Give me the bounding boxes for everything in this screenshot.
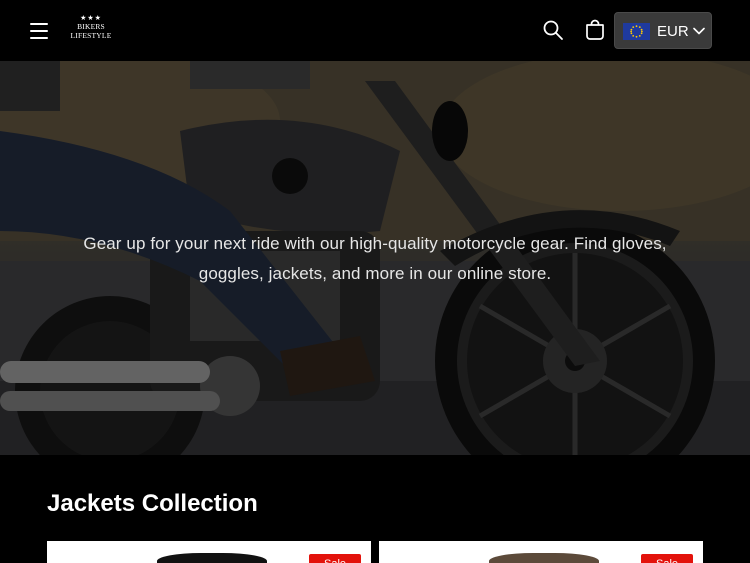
sale-badge: Sale — [641, 554, 693, 563]
collection-title[interactable]: Jackets Collection — [47, 490, 258, 518]
currency-code: EUR — [657, 23, 689, 40]
chevron-down-icon — [693, 27, 705, 35]
product-card[interactable]: Sale — [379, 541, 703, 563]
logo-line-2: LIFESTYLE — [70, 31, 112, 40]
store-logo[interactable]: ★★★ BIKERS LIFESTYLE — [66, 14, 116, 48]
hero-banner: Gear up for your next ride with our high… — [0, 61, 750, 455]
logo-stars: ★★★ — [80, 14, 102, 22]
logo-line-1: BIKERS — [77, 22, 105, 31]
cart-icon[interactable] — [584, 19, 606, 41]
product-card[interactable]: Sale — [47, 541, 371, 563]
hero-text: Gear up for your next ride with our high… — [83, 234, 667, 283]
product-image — [489, 553, 599, 563]
product-image — [157, 553, 267, 563]
sale-badge: Sale — [309, 554, 361, 563]
eu-flag-icon — [623, 23, 650, 40]
search-icon[interactable] — [542, 19, 564, 41]
hamburger-menu-icon[interactable] — [28, 20, 50, 40]
currency-selector[interactable]: EUR — [614, 12, 712, 49]
site-header: ★★★ BIKERS LIFESTYLE EUR — [0, 0, 750, 61]
